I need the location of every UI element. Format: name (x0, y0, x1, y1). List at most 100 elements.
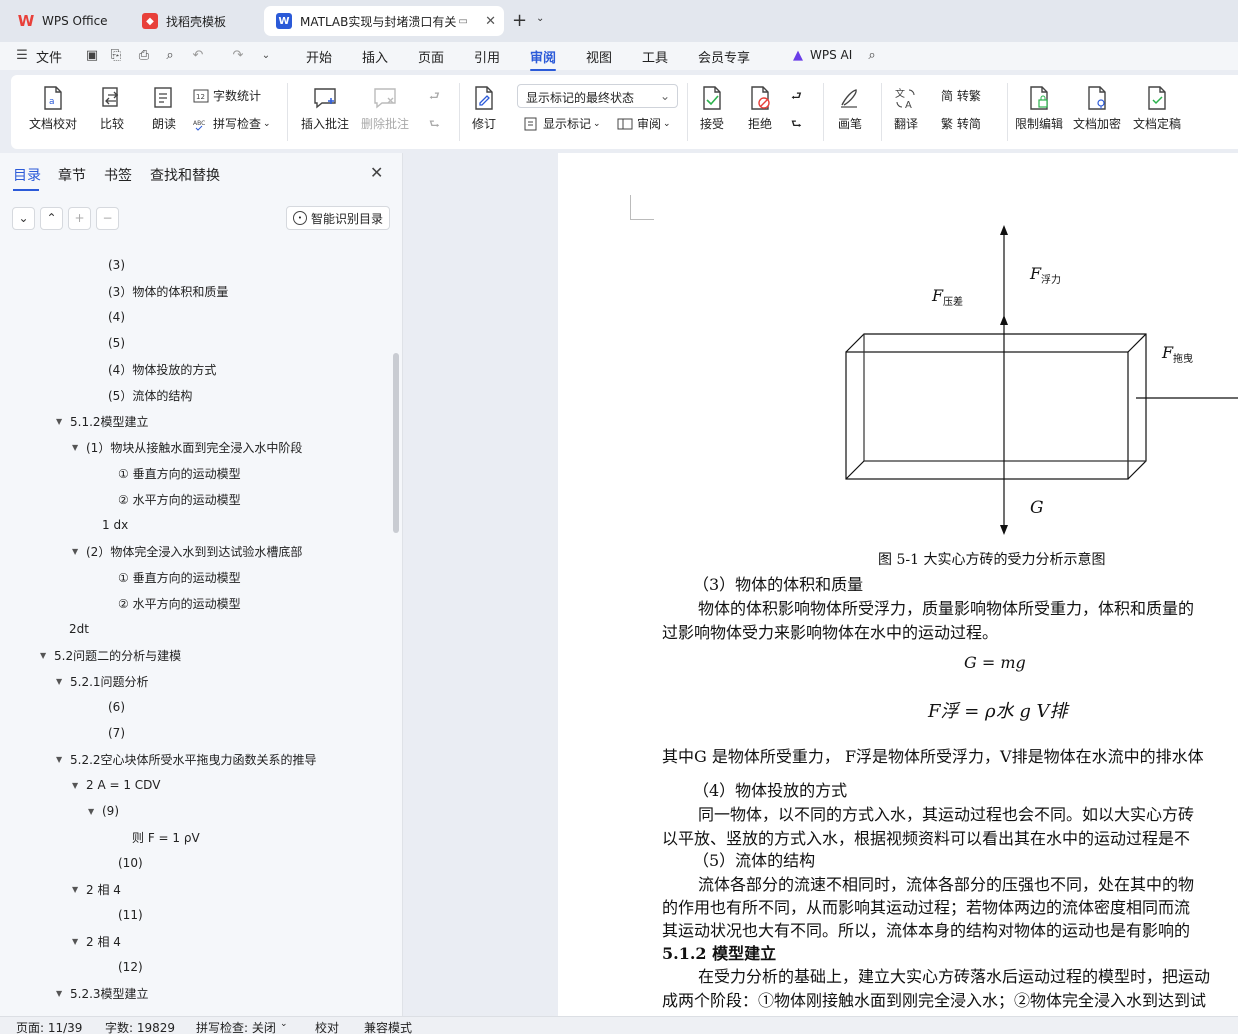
translate-button[interactable]: 文A 翻译 (893, 85, 919, 132)
toc-item[interactable]: (11) (118, 905, 143, 925)
toc-item[interactable]: (4）物体投放的方式 (108, 359, 216, 379)
expand-arrow-icon[interactable]: ▼ (72, 547, 86, 556)
hamburger-icon[interactable]: ☰ (14, 48, 30, 64)
close-tab-icon[interactable]: ✕ (485, 14, 496, 29)
toc-item[interactable]: ▼ 2 相 4 (72, 931, 121, 951)
save-icon[interactable]: ▣ (84, 48, 100, 64)
close-icon[interactable]: ✕ (370, 163, 383, 182)
new-tab-icon[interactable]: + (512, 10, 527, 31)
collapse-all-icon[interactable]: ⌃ (40, 207, 63, 230)
toc-item[interactable]: ▼ 5.2.1问题分析 (56, 671, 149, 691)
expand-arrow-icon[interactable]: ▼ (40, 651, 54, 660)
toc-item[interactable]: ▼ 5.1.2模型建立 (56, 411, 149, 431)
prev-change-icon[interactable]: ⮐ (791, 87, 802, 108)
toc-item[interactable]: 则 F = 1 ρV (132, 827, 200, 847)
tab-bookmarks[interactable]: 书签 (104, 165, 132, 185)
accept-button[interactable]: 接受 (699, 85, 725, 132)
proofread-status[interactable]: 校对 (315, 1019, 339, 1034)
menu-tools[interactable]: 工具 (642, 47, 668, 66)
doc-check-button[interactable]: a 文档校对 (29, 85, 77, 132)
expand-arrow-icon[interactable]: ▼ (88, 807, 102, 816)
toc-item[interactable]: (5) (108, 333, 125, 353)
menu-insert[interactable]: 插入 (362, 47, 388, 66)
expand-arrow-icon[interactable]: ▼ (72, 885, 86, 894)
next-change-icon[interactable]: ⮑ (791, 115, 802, 136)
show-markup-button[interactable]: 显示标记 ⌄ (523, 115, 601, 132)
delete-comment-button[interactable]: 删除批注 (361, 85, 409, 132)
add-heading-icon[interactable]: + (68, 207, 91, 230)
tab-chapters[interactable]: 章节 (58, 165, 86, 185)
export-icon[interactable]: ⎘ (108, 48, 124, 64)
menu-home[interactable]: 开始 (306, 47, 332, 66)
menu-member[interactable]: 会员专享 (698, 47, 750, 66)
document-page[interactable]: F 浮力 F 压差 F 拖曳 G 图 5-1 大实心方砖的受力分析示意图 （3）… (558, 153, 1238, 1016)
pen-button[interactable]: 画笔 (837, 85, 863, 132)
expand-arrow-icon[interactable]: ▼ (56, 755, 70, 764)
display-mode-select[interactable]: 显示标记的最终状态 ⌄ (517, 84, 678, 108)
read-aloud-button[interactable]: 朗读 (151, 85, 177, 132)
expand-arrow-icon[interactable]: ▼ (72, 937, 86, 946)
finalize-button[interactable]: 文档定稿 (1133, 85, 1181, 132)
toc-item[interactable]: ▼ (9) (88, 801, 119, 821)
compare-button[interactable]: 比较 (99, 85, 125, 132)
toc-item[interactable]: ▼ (2）物体完全浸入水到到达试验水槽底部 (72, 541, 302, 561)
toc-item[interactable]: 1 dx (102, 515, 128, 535)
expand-arrow-icon[interactable]: ▼ (56, 677, 70, 686)
chevron-down-icon[interactable]: ⌄ (258, 48, 274, 64)
toc-item[interactable]: ▼ (1）物块从接触水面到完全浸入水中阶段 (72, 437, 302, 457)
chevron-down-icon[interactable]: ⌄ (536, 13, 544, 24)
print-icon[interactable]: ⎙ (136, 48, 152, 64)
toc-item[interactable]: (6) (108, 697, 125, 717)
toc-item[interactable]: (3）物体的体积和质量 (108, 281, 228, 301)
toc-item[interactable]: (12) (118, 957, 143, 977)
encrypt-button[interactable]: 文档加密 (1073, 85, 1121, 132)
chevron-down-icon[interactable]: ⌄ (280, 1019, 288, 1029)
toc-item[interactable]: ▼ 2 A = 1 CDV (72, 775, 160, 795)
expand-arrow-icon[interactable]: ▼ (72, 443, 86, 452)
spell-check-status[interactable]: 拼写检查: 关闭 (196, 1019, 276, 1034)
toc-item[interactable]: (7) (108, 723, 125, 743)
toc-item[interactable]: ▼ 5.2问题二的分析与建模 (40, 645, 181, 665)
toc-item[interactable]: (10) (118, 853, 143, 873)
search-icon[interactable]: ⌕ (864, 48, 880, 64)
menu-page[interactable]: 页面 (418, 47, 444, 66)
tab-document[interactable]: W MATLAB实现与封堵溃口有关 ▭ ✕ (264, 6, 504, 36)
expand-all-icon[interactable]: ⌄ (12, 207, 35, 230)
menu-file[interactable]: 文件 (36, 47, 62, 66)
simp-to-trad-button[interactable]: 简 转繁 (941, 87, 981, 104)
expand-arrow-icon[interactable]: ▼ (72, 781, 86, 790)
spell-check-button[interactable]: ABC 拼写检查 ⌄ (193, 115, 271, 132)
toc-item[interactable]: ▼ 2 相 4 (72, 879, 121, 899)
toc-item[interactable]: ▼ 5.2.2空心块体所受水平拖曳力函数关系的推导 (56, 749, 317, 769)
toc-item[interactable]: ② 水平方向的运动模型 (118, 593, 241, 613)
tab-wps-office[interactable]: W WPS Office (6, 6, 124, 36)
toc-item[interactable]: ① 垂直方向的运动模型 (118, 463, 241, 483)
menu-wps-ai[interactable]: WPS AI (810, 48, 852, 62)
tab-template[interactable]: ◆ 找稻壳模板 (130, 6, 258, 36)
word-count-status[interactable]: 字数: 19829 (105, 1019, 175, 1034)
trad-to-simp-button[interactable]: 繁 转简 (941, 115, 981, 132)
tab-toc[interactable]: 目录 (13, 165, 41, 191)
tab-find-replace[interactable]: 查找和替换 (150, 165, 220, 185)
toc-item[interactable]: ① 垂直方向的运动模型 (118, 567, 241, 587)
insert-comment-button[interactable]: 插入批注 (301, 85, 349, 132)
toc-item[interactable]: (4) (108, 307, 125, 327)
toc-item[interactable]: (5）流体的结构 (108, 385, 192, 405)
expand-arrow-icon[interactable]: ▼ (56, 417, 70, 426)
toc-item[interactable]: (3) (108, 255, 125, 275)
review-pane-button[interactable]: 审阅 ⌄ (617, 115, 671, 132)
toc-item[interactable]: ② 水平方向的运动模型 (118, 489, 241, 509)
sidebar-scrollbar[interactable] (393, 353, 399, 533)
page-indicator[interactable]: 页面: 11/39 (16, 1019, 82, 1034)
remove-heading-icon[interactable]: − (96, 207, 119, 230)
redo-icon[interactable]: ↷ (230, 48, 246, 64)
next-comment-icon[interactable]: ⮑ (429, 115, 440, 136)
reject-button[interactable]: 拒绝 (747, 85, 773, 132)
word-count-button[interactable]: 12 字数统计 (193, 87, 261, 104)
toc-item[interactable]: ▼ 5.2.3模型建立 (56, 983, 149, 1003)
toc-item[interactable]: 2dt (69, 619, 89, 639)
undo-icon[interactable]: ↶ (190, 48, 206, 64)
expand-arrow-icon[interactable]: ▼ (56, 989, 70, 998)
menu-review[interactable]: 审阅 (530, 47, 557, 71)
menu-reference[interactable]: 引用 (474, 47, 500, 66)
